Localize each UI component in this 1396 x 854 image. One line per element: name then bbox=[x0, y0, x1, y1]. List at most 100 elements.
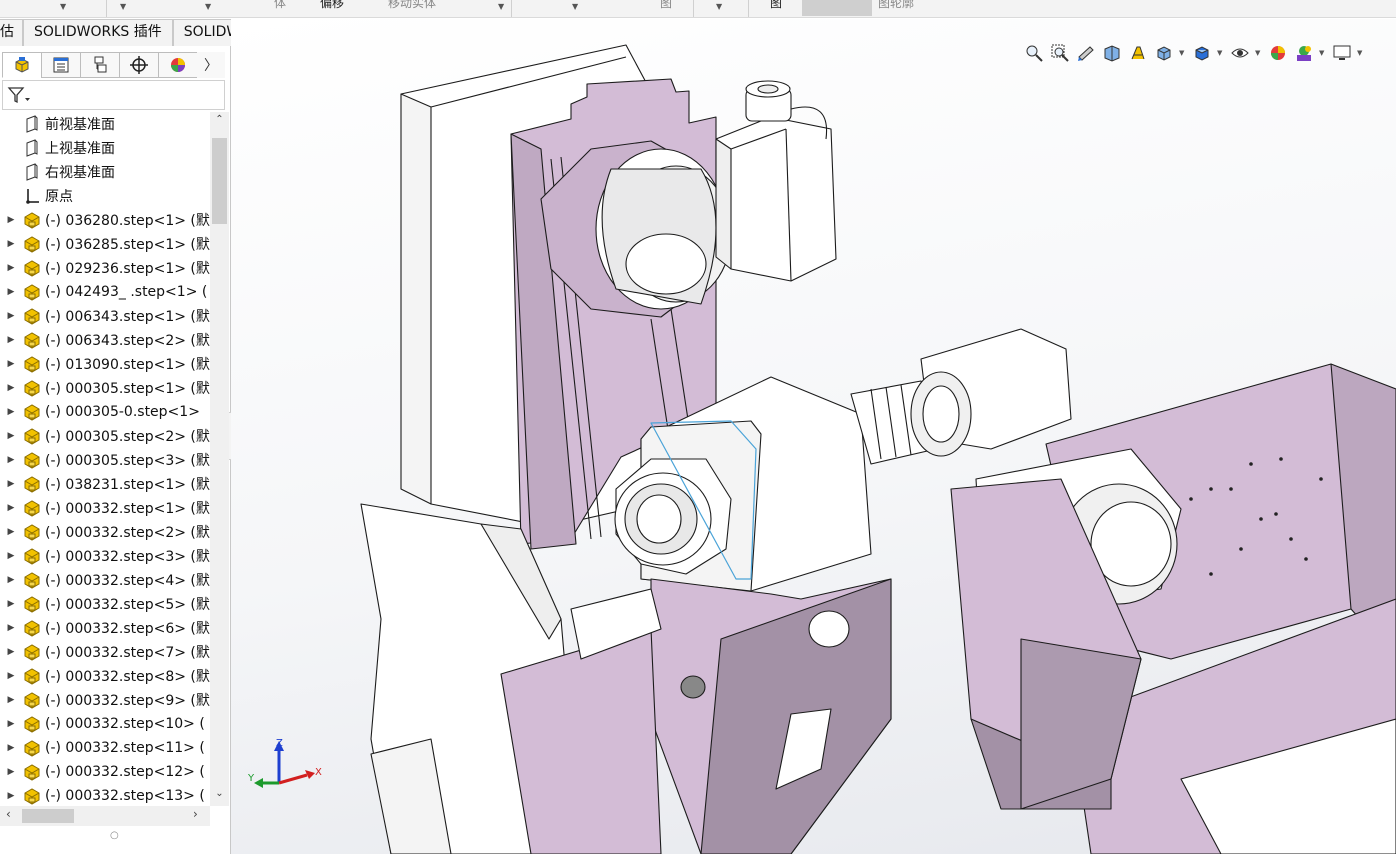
hide-show-items-icon[interactable] bbox=[1229, 42, 1251, 64]
dropdown-arrow-icon[interactable]: ▼ bbox=[60, 2, 66, 11]
scrollbar-thumb[interactable] bbox=[212, 138, 227, 224]
tree-item[interactable]: ▶ (-) 029236.step<1> (默 bbox=[0, 256, 210, 280]
expand-arrow-icon[interactable]: ▶ bbox=[0, 671, 22, 681]
toolbar-label[interactable]: 移动实体 bbox=[388, 0, 436, 11]
expand-arrow-icon[interactable]: ▶ bbox=[0, 791, 22, 801]
graphics-area[interactable]: ▼ ▼ ▼ ▼ ▼ Z X Y bbox=[231, 19, 1396, 854]
tree-horizontal-scrollbar[interactable]: ‹ › bbox=[0, 806, 210, 826]
tree-item[interactable]: ▶ (-) 000305.step<1> (默 bbox=[0, 376, 210, 400]
previous-view-icon[interactable] bbox=[1075, 42, 1097, 64]
expand-arrow-icon[interactable]: ▶ bbox=[0, 647, 22, 657]
expand-arrow-icon[interactable]: ▶ bbox=[0, 287, 22, 297]
expand-arrow-icon[interactable]: ▶ bbox=[0, 431, 22, 441]
expand-arrow-icon[interactable]: ▶ bbox=[0, 239, 22, 249]
dropdown-arrow-icon[interactable]: ▼ bbox=[716, 2, 722, 11]
tree-item[interactable]: ▶ (-) 036280.step<1> (默 bbox=[0, 208, 210, 232]
toolbar-label[interactable]: 图 bbox=[770, 0, 782, 11]
configurationmanager-tab[interactable] bbox=[80, 52, 120, 78]
scroll-up-icon[interactable]: ⌃ bbox=[210, 114, 229, 132]
tree-item[interactable]: ▶ (-) 000332.step<2> (默 bbox=[0, 520, 210, 544]
dimxpert-tab[interactable] bbox=[119, 52, 159, 78]
dropdown-arrow-icon[interactable]: ▼ bbox=[120, 2, 126, 11]
tree-item[interactable]: ▶ (-) 000332.step<9> (默 bbox=[0, 688, 210, 712]
expand-arrow-icon[interactable]: ▶ bbox=[0, 311, 22, 321]
toolbar-button-pressed[interactable] bbox=[802, 0, 872, 16]
toolbar-label[interactable]: 图轮廓 bbox=[878, 0, 914, 11]
expand-arrow-icon[interactable]: ▶ bbox=[0, 527, 22, 537]
scroll-left-icon[interactable]: ‹ bbox=[6, 807, 11, 821]
tree-item[interactable]: ▶ (-) 000332.step<5> (默 bbox=[0, 592, 210, 616]
tree-item[interactable]: ▶ (-) 000332.step<10> ( bbox=[0, 712, 210, 736]
section-view-icon[interactable] bbox=[1101, 42, 1123, 64]
tree-item[interactable]: ▶ (-) 000305-0.step<1> bbox=[0, 400, 210, 424]
tree-item[interactable]: ▶ (-) 000332.step<4> (默 bbox=[0, 568, 210, 592]
expand-arrow-icon[interactable]: ▶ bbox=[0, 383, 22, 393]
scroll-down-icon[interactable]: ⌄ bbox=[210, 788, 229, 806]
edit-appearance-icon[interactable] bbox=[1267, 42, 1289, 64]
tree-item[interactable]: 前视基准面 bbox=[0, 112, 210, 136]
tree-vertical-scrollbar[interactable]: ⌃ ⌄ bbox=[210, 112, 229, 806]
tab-solidworks-addins[interactable]: SOLIDWORKS 插件 bbox=[23, 19, 173, 46]
tree-item[interactable]: ▶ (-) 000332.step<6> (默 bbox=[0, 616, 210, 640]
more-tabs-chevron-icon[interactable]: 〉 bbox=[197, 52, 225, 78]
dropdown-arrow-icon[interactable]: ▼ bbox=[1217, 49, 1225, 57]
tree-item[interactable]: 上视基准面 bbox=[0, 136, 210, 160]
expand-arrow-icon[interactable]: ▶ bbox=[0, 575, 22, 585]
expand-arrow-icon[interactable]: ▶ bbox=[0, 479, 22, 489]
expand-arrow-icon[interactable]: ▶ bbox=[0, 503, 22, 513]
expand-arrow-icon[interactable]: ▶ bbox=[0, 743, 22, 753]
expand-arrow-icon[interactable]: ▶ bbox=[0, 335, 22, 345]
expand-arrow-icon[interactable]: ▶ bbox=[0, 215, 22, 225]
tree-item[interactable]: 原点 bbox=[0, 184, 210, 208]
toolbar-label[interactable]: 体 bbox=[274, 0, 286, 11]
dropdown-arrow-icon[interactable]: ▼ bbox=[498, 2, 504, 11]
dropdown-arrow-icon[interactable]: ▼ bbox=[572, 2, 578, 11]
tree-item[interactable]: 右视基准面 bbox=[0, 160, 210, 184]
expand-arrow-icon[interactable]: ▶ bbox=[0, 695, 22, 705]
tree-item[interactable]: ▶ (-) 000332.step<11> ( bbox=[0, 736, 210, 760]
expand-arrow-icon[interactable]: ▶ bbox=[0, 719, 22, 729]
dropdown-arrow-icon[interactable]: ▼ bbox=[1319, 49, 1327, 57]
expand-arrow-icon[interactable]: ▶ bbox=[0, 599, 22, 609]
scrollbar-thumb[interactable] bbox=[22, 809, 74, 823]
expand-arrow-icon[interactable]: ▶ bbox=[0, 623, 22, 633]
tree-item[interactable]: ▶ (-) 006343.step<2> (默 bbox=[0, 328, 210, 352]
view-settings-icon[interactable] bbox=[1331, 42, 1353, 64]
tree-item[interactable]: ▶ (-) 000332.step<3> (默 bbox=[0, 544, 210, 568]
tree-item[interactable]: ▶ (-) 006343.step<1> (默 bbox=[0, 304, 210, 328]
tree-item[interactable]: ▶ (-) 000305.step<2> (默 bbox=[0, 424, 210, 448]
propertymanager-tab[interactable] bbox=[41, 52, 81, 78]
tree-item[interactable]: ▶ (-) 000332.step<7> (默 bbox=[0, 640, 210, 664]
expand-arrow-icon[interactable]: ▶ bbox=[0, 359, 22, 369]
display-style-icon[interactable] bbox=[1191, 42, 1213, 64]
tree-item[interactable]: ▶ (-) 042493_ .step<1> ( bbox=[0, 280, 210, 304]
expand-arrow-icon[interactable]: ▶ bbox=[0, 263, 22, 273]
apply-scene-icon[interactable] bbox=[1293, 42, 1315, 64]
display-manager-tab[interactable] bbox=[158, 52, 198, 78]
tree-item[interactable]: ▶ (-) 036285.step<1> (默 bbox=[0, 232, 210, 256]
splitter-grip-icon[interactable]: ○ bbox=[110, 830, 119, 841]
tree-item[interactable]: ▶ (-) 038231.step<1> (默 bbox=[0, 472, 210, 496]
dynamic-annotation-icon[interactable] bbox=[1127, 42, 1149, 64]
tree-item[interactable]: ▶ (-) 000332.step<1> (默 bbox=[0, 496, 210, 520]
dropdown-arrow-icon[interactable]: ▼ bbox=[205, 2, 211, 11]
dropdown-arrow-icon[interactable]: ▼ bbox=[1255, 49, 1263, 57]
featuremanager-tab[interactable] bbox=[2, 52, 42, 78]
zoom-to-fit-icon[interactable] bbox=[1023, 42, 1045, 64]
toolbar-label[interactable]: 图 bbox=[660, 0, 672, 11]
expand-arrow-icon[interactable]: ▶ bbox=[0, 455, 22, 465]
expand-arrow-icon[interactable]: ▶ bbox=[0, 407, 22, 417]
expand-arrow-icon[interactable]: ▶ bbox=[0, 767, 22, 777]
scroll-right-icon[interactable]: › bbox=[193, 807, 198, 821]
dropdown-arrow-icon[interactable]: ▼ bbox=[1179, 49, 1187, 57]
tree-item[interactable]: ▶ (-) 000305.step<3> (默 bbox=[0, 448, 210, 472]
tree-item[interactable]: ▶ (-) 000332.step<13> ( bbox=[0, 784, 210, 806]
filter-box[interactable] bbox=[2, 80, 225, 110]
tree-item[interactable]: ▶ (-) 000332.step<12> ( bbox=[0, 760, 210, 784]
tab-evaluate[interactable]: 估 bbox=[0, 19, 23, 46]
expand-arrow-icon[interactable]: ▶ bbox=[0, 551, 22, 561]
toolbar-label[interactable]: 偏移 bbox=[320, 0, 344, 11]
tree-item[interactable]: ▶ (-) 000332.step<8> (默 bbox=[0, 664, 210, 688]
zoom-to-area-icon[interactable] bbox=[1049, 42, 1071, 64]
tree-item[interactable]: ▶ (-) 013090.step<1> (默 bbox=[0, 352, 210, 376]
